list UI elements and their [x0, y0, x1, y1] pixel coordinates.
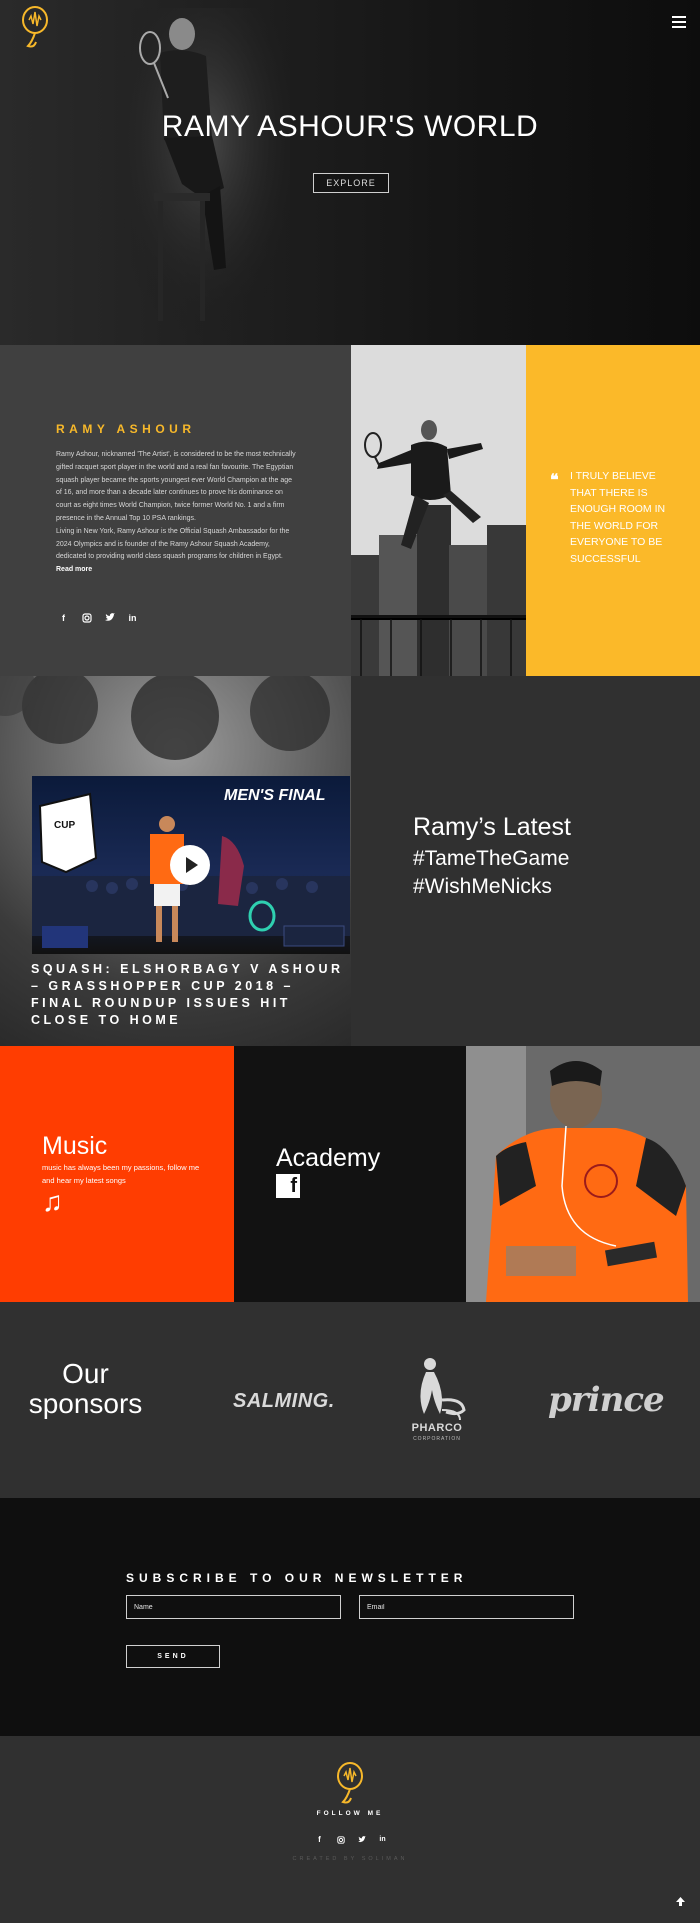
facebook-icon[interactable]: f	[314, 1834, 325, 1845]
sponsors-section: Our sponsors SALMING. PHARCO CORPORATION…	[0, 1302, 700, 1498]
hashtag-tame-the-game: #TameTheGame	[413, 847, 570, 870]
linkedin-icon[interactable]: in	[127, 612, 138, 623]
hero-title: RAMY ASHOUR'S WORLD	[161, 110, 539, 143]
email-input[interactable]	[359, 1595, 574, 1619]
music-title: Music	[42, 1132, 108, 1160]
about-bio-paragraph-1: Ramy Ashour, nicknamed 'The Artist', is …	[56, 451, 296, 522]
name-input[interactable]	[126, 1595, 341, 1619]
instagram-icon[interactable]	[81, 612, 92, 623]
video-thumbnail[interactable]: CUP MEN'S FINAL	[32, 776, 350, 954]
twitter-icon[interactable]	[104, 612, 115, 623]
linkedin-icon[interactable]: in	[377, 1834, 388, 1845]
about-bio: Ramy Ashour, nicknamed 'The Artist', is …	[56, 449, 296, 577]
academy-tile[interactable]: Academy f	[234, 1046, 466, 1302]
instagram-icon[interactable]	[335, 1834, 346, 1845]
latest-title: Ramy’s Latest	[413, 813, 571, 841]
twitter-icon[interactable]	[356, 1834, 367, 1845]
site-logo-icon[interactable]	[18, 4, 52, 50]
hashtag-wish-me-nicks: #WishMeNicks	[413, 875, 552, 898]
about-social-links: f in	[58, 612, 138, 623]
footer: FOLLOW ME f in CREATED BY SOLIMAN	[0, 1736, 700, 1923]
music-description: music has always been my passions, follo…	[42, 1163, 200, 1185]
pharco-logo-text: PHARCO	[411, 1422, 463, 1434]
ramy-jumping-photo	[351, 345, 526, 676]
music-tile[interactable]: Music music has always been my passions,…	[0, 1046, 234, 1302]
follow-me-label: FOLLOW ME	[316, 1810, 384, 1817]
about-heading: RAMY ASHOUR	[56, 422, 196, 436]
academy-title: Academy	[276, 1144, 381, 1172]
hero-portrait-image	[120, 8, 290, 338]
video-section: CUP MEN'S FINAL SQUASH: ELSHORBAGY V ASH…	[0, 676, 351, 1046]
ramy-portrait-orange-shirt	[466, 1046, 700, 1302]
salming-logo[interactable]: SALMING.	[233, 1390, 335, 1413]
newsletter-section: SUBSCRIBE TO OUR NEWSLETTER SEND	[0, 1498, 700, 1736]
scroll-to-top-icon[interactable]	[675, 1896, 687, 1908]
about-section: RAMY ASHOUR Ramy Ashour, nicknamed 'The …	[0, 345, 351, 676]
video-thumbnail-heading: MEN'S FINAL	[224, 787, 326, 804]
footer-social-links: f in	[314, 1834, 388, 1845]
facebook-icon[interactable]: f	[58, 612, 69, 623]
read-more-link[interactable]: Read more	[56, 566, 92, 573]
music-note-icon: ♫	[42, 1186, 63, 1217]
hero-section: RAMY ASHOUR'S WORLD EXPLORE	[0, 0, 700, 345]
about-bio-paragraph-2: Living in New York, Ramy Ashour is the O…	[56, 527, 290, 561]
pharco-logo-subtext: CORPORATION	[413, 1436, 461, 1442]
play-icon[interactable]	[170, 845, 210, 885]
send-button[interactable]: SEND	[126, 1645, 220, 1668]
newsletter-title: SUBSCRIBE TO OUR NEWSLETTER	[126, 1571, 468, 1585]
footer-logo-icon[interactable]	[333, 1760, 367, 1806]
quote-section: ❝ I TRULY BELIEVE THAT THERE IS ENOUGH R…	[526, 345, 700, 676]
quote-text: I TRULY BELIEVE THAT THERE IS ENOUGH ROO…	[570, 470, 666, 565]
svg-text:CUP: CUP	[54, 820, 75, 831]
latest-section: Ramy’s Latest #TameTheGame #WishMeNicks	[351, 676, 700, 1046]
hamburger-menu-icon[interactable]	[672, 16, 686, 28]
quote-icon: ❝	[550, 470, 559, 489]
video-title[interactable]: SQUASH: ELSHORBAGY V ASHOUR – GRASSHOPPE…	[31, 961, 351, 1029]
explore-button[interactable]: EXPLORE	[313, 173, 389, 193]
facebook-icon[interactable]: f	[276, 1174, 300, 1198]
sponsors-title: Our sponsors	[28, 1358, 143, 1419]
prince-logo[interactable]: prince	[548, 1380, 665, 1420]
created-by-credit: CREATED BY SOLIMAN	[292, 1856, 408, 1862]
